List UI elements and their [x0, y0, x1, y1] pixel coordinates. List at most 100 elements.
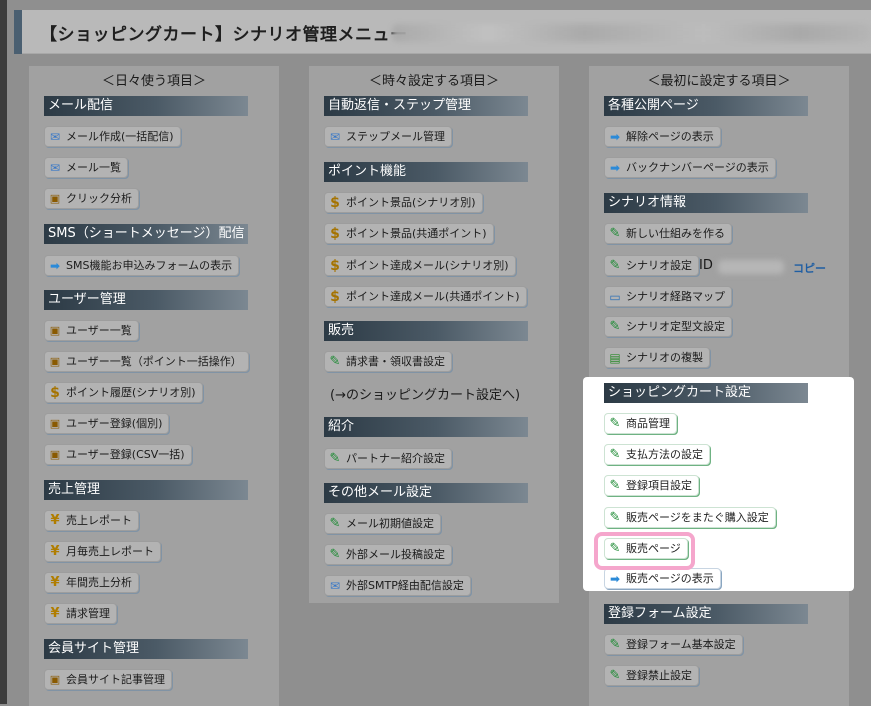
invoice-settings-label: 請求書・領収書設定 — [346, 355, 445, 368]
sales-page-show-label: 販売ページの表示 — [626, 572, 714, 585]
sales-report-label: 売上レポート — [66, 514, 132, 527]
duplicate-scenario-button[interactable]: ▤ シナリオの複製 — [604, 347, 710, 368]
cart-settings-hint: (→のショッピングカート設定へ) — [330, 388, 521, 403]
dollar-icon: $ — [330, 194, 340, 211]
route-map-label: シナリオ経路マップ — [626, 290, 725, 303]
pencil-icon: ✎ — [609, 257, 621, 273]
external-post-button[interactable]: ✎ 外部メール投稿設定 — [324, 544, 452, 565]
invoice-settings-button[interactable]: ✎ 請求書・領収書設定 — [324, 351, 452, 372]
mail-list-button[interactable]: ✉ メール一覧 — [44, 157, 128, 178]
yen-icon: ¥ — [50, 543, 60, 559]
header-accent-bar — [14, 10, 22, 54]
registration-fields-label: 登録項目設定 — [626, 479, 692, 492]
pencil-icon: ✎ — [329, 546, 341, 562]
mail-initial-button[interactable]: ✎ メール初期値設定 — [324, 513, 441, 534]
section-sms: SMS（ショートメッセージ）配信 — [44, 224, 248, 244]
section-public-pages: 各種公開ページ — [604, 96, 808, 116]
template-settings-button[interactable]: ✎ シナリオ定型文設定 — [604, 316, 732, 337]
section-introduction: 紹介 — [324, 417, 528, 437]
point-mail-common-button[interactable]: $ ポイント達成メール(共通ポイント) — [324, 286, 527, 307]
cross-page-purchase-label: 販売ページをまたぐ購入設定 — [626, 511, 769, 524]
point-prize-scenario-button[interactable]: $ ポイント景品(シナリオ別) — [324, 192, 483, 213]
window-frame — [0, 0, 7, 704]
external-smtp-label: 外部SMTP経由配信設定 — [346, 579, 464, 592]
pencil-icon: ✎ — [609, 636, 621, 652]
copy-id-link[interactable]: コピー — [793, 260, 826, 276]
form-basic-button[interactable]: ✎ 登録フォーム基本設定 — [604, 634, 743, 655]
scenario-settings-label: シナリオ設定 — [626, 259, 692, 272]
annual-analysis-label: 年間売上分析 — [66, 576, 132, 589]
user-card-icon: ▣ — [49, 354, 61, 368]
user-list-label: ユーザー一覧 — [66, 324, 132, 337]
monthly-report-label: 月毎売上レポート — [66, 545, 154, 558]
route-map-button[interactable]: ▭ シナリオ経路マップ — [604, 286, 732, 307]
partner-settings-label: パートナー紹介設定 — [346, 452, 445, 465]
user-list-points-button[interactable]: ▣ ユーザー一覧（ポイント一括操作） — [44, 351, 249, 372]
page-header: 【ショッピングカート】シナリオ管理メニュー — [14, 10, 871, 54]
section-shopping-cart: ショッピングカート設定 — [604, 383, 808, 403]
section-point: ポイント機能 — [324, 162, 528, 182]
registration-block-button[interactable]: ✎ 登録禁止設定 — [604, 665, 699, 686]
point-mail-scenario-button[interactable]: $ ポイント達成メール(シナリオ別) — [324, 255, 516, 276]
mail-initial-label: メール初期値設定 — [346, 517, 434, 530]
template-settings-label: シナリオ定型文設定 — [626, 320, 725, 333]
section-sales: 売上管理 — [44, 480, 248, 500]
payment-methods-label: 支払方法の設定 — [626, 448, 703, 461]
new-scenario-button[interactable]: ✎ 新しい仕組みを作る — [604, 223, 732, 244]
monthly-report-button[interactable]: ¥ 月毎売上レポート — [44, 541, 161, 562]
duplicate-scenario-label: シナリオの複製 — [626, 351, 703, 364]
section-user: ユーザー管理 — [44, 290, 248, 310]
scenario-settings-button[interactable]: ✎ シナリオ設定 — [604, 255, 699, 276]
sms-form-button[interactable]: ➡ SMS機能お申込みフォームの表示 — [44, 255, 240, 276]
sales-page-show-button[interactable]: ➡ 販売ページの表示 — [604, 568, 721, 589]
cross-page-purchase-button[interactable]: ✎ 販売ページをまたぐ購入設定 — [604, 507, 776, 528]
yen-icon: ¥ — [50, 512, 60, 528]
step-mail-label: ステップメール管理 — [346, 130, 445, 143]
point-prize-scenario-label: ポイント景品(シナリオ別) — [346, 196, 476, 209]
user-card-icon: ▣ — [49, 191, 61, 205]
click-analysis-button[interactable]: ▣ クリック分析 — [44, 188, 139, 209]
page-title: 【ショッピングカート】シナリオ管理メニュー — [40, 25, 408, 45]
click-analysis-label: クリック分析 — [66, 192, 132, 205]
user-list-button[interactable]: ▣ ユーザー一覧 — [44, 320, 139, 341]
registration-fields-button[interactable]: ✎ 登録項目設定 — [604, 475, 699, 496]
section-mail: メール配信 — [44, 96, 248, 116]
user-register-csv-button[interactable]: ▣ ユーザー登録(CSV一括) — [44, 444, 192, 465]
form-basic-label: 登録フォーム基本設定 — [626, 638, 736, 651]
pencil-icon: ✎ — [609, 667, 621, 683]
sales-report-button[interactable]: ¥ 売上レポート — [44, 510, 139, 531]
external-post-label: 外部メール投稿設定 — [346, 548, 445, 561]
user-register-button[interactable]: ▣ ユーザー登録(個別) — [44, 413, 170, 434]
step-mail-button[interactable]: ✉ ステップメール管理 — [324, 126, 452, 147]
point-history-button[interactable]: $ ポイント履歴(シナリオ別) — [44, 382, 203, 403]
mail-create-button[interactable]: ✉ メール作成(一括配信) — [44, 126, 181, 147]
blurred-scenario-id — [718, 260, 784, 274]
arrow-icon: ➡ — [609, 160, 621, 175]
scenario-id-label: ID — [699, 258, 713, 273]
dollar-icon: $ — [330, 288, 340, 305]
payment-methods-button[interactable]: ✎ 支払方法の設定 — [604, 444, 710, 465]
products-label: 商品管理 — [626, 417, 670, 430]
user-card-icon: ▣ — [49, 323, 61, 337]
member-articles-label: 会員サイト記事管理 — [66, 673, 165, 686]
external-smtp-button[interactable]: ✉ 外部SMTP経由配信設定 — [324, 575, 471, 596]
annual-analysis-button[interactable]: ¥ 年間売上分析 — [44, 572, 139, 593]
products-button[interactable]: ✎ 商品管理 — [604, 413, 677, 434]
yen-icon: ¥ — [50, 605, 60, 621]
column-heading-initial: ＜最初に設定する項目＞ — [647, 74, 791, 89]
point-mail-common-label: ポイント達成メール(共通ポイント) — [346, 290, 520, 303]
billing-button[interactable]: ¥ 請求管理 — [44, 603, 117, 624]
document-icon: ▤ — [609, 350, 621, 365]
pencil-icon: ✎ — [609, 225, 621, 241]
section-auto-reply: 自動返信・ステップ管理 — [324, 96, 528, 116]
backnumber-page-button[interactable]: ➡ バックナンバーページの表示 — [604, 157, 776, 178]
section-scenario-info: シナリオ情報 — [604, 193, 808, 213]
partner-settings-button[interactable]: ✎ パートナー紹介設定 — [324, 448, 452, 469]
member-articles-button[interactable]: ▣ 会員サイト記事管理 — [44, 669, 172, 690]
unsubscribe-page-button[interactable]: ➡ 解除ページの表示 — [604, 126, 721, 147]
point-prize-common-button[interactable]: $ ポイント景品(共通ポイント) — [324, 223, 494, 244]
backnumber-page-label: バックナンバーページの表示 — [626, 161, 769, 174]
mail-create-label: メール作成(一括配信) — [66, 130, 174, 143]
arrow-icon: ➡ — [609, 571, 621, 586]
dollar-icon: $ — [50, 384, 60, 401]
